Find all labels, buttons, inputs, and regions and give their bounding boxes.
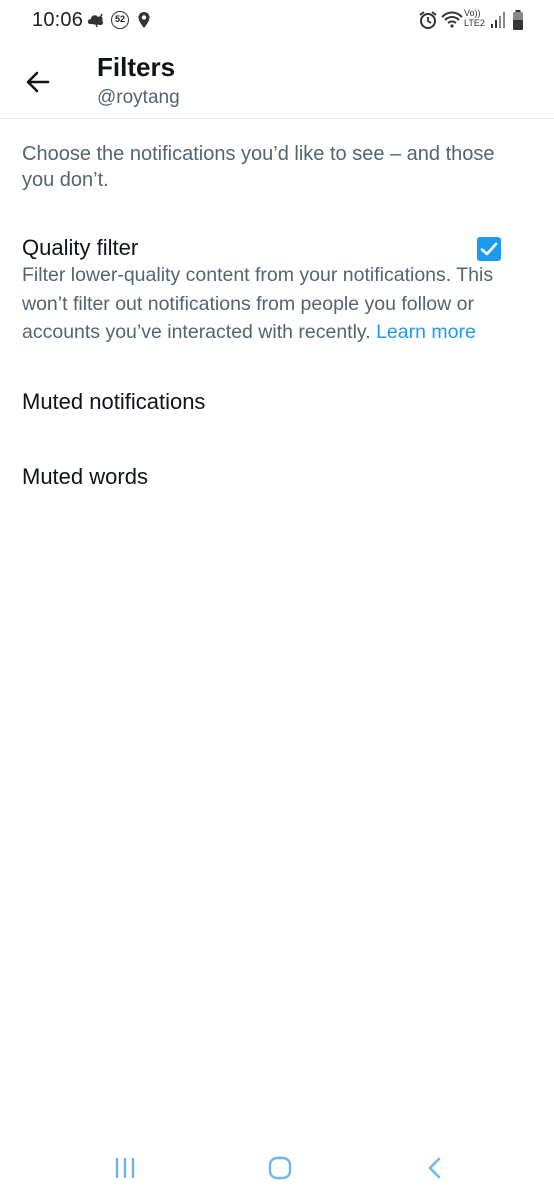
account-handle: @roytang: [97, 87, 180, 108]
location-icon: [138, 12, 150, 28]
intro-text: Choose the notifications you’d like to s…: [22, 143, 495, 191]
quality-filter-title: Quality filter: [22, 235, 139, 260]
back-icon: [428, 1157, 441, 1179]
system-nav-bar: [0, 1140, 554, 1200]
status-bar: 10:06 52 Vo)) LTE2: [0, 0, 554, 42]
muted-words-item[interactable]: Muted words: [0, 450, 554, 506]
notification-count-badge: 52: [111, 11, 129, 29]
status-time: 10:06: [32, 9, 84, 31]
page-header: Filters @roytang: [0, 42, 554, 119]
system-back-button[interactable]: [414, 1154, 454, 1184]
checkmark-icon: [480, 242, 498, 256]
weather-icon: [87, 13, 104, 28]
quality-filter-checkbox[interactable]: [477, 237, 501, 261]
recents-button[interactable]: [105, 1154, 145, 1184]
home-button[interactable]: [260, 1154, 300, 1184]
battery-icon: [513, 10, 523, 30]
quality-filter-description: Filter lower-quality content from your n…: [22, 261, 542, 347]
back-arrow-icon: [26, 71, 50, 93]
signal-icon: [491, 12, 505, 28]
alarm-icon: [419, 11, 437, 29]
muted-words-label: Muted words: [22, 464, 148, 489]
lte-indicator: Vo)) LTE2: [464, 8, 485, 28]
home-icon: [268, 1156, 292, 1180]
lte-top-label: Vo)): [464, 8, 481, 18]
page-title: Filters: [97, 52, 176, 82]
learn-more-link[interactable]: Learn more: [376, 321, 476, 343]
recents-icon: [115, 1157, 135, 1179]
wifi-icon: [441, 11, 463, 28]
back-button[interactable]: [18, 62, 58, 102]
muted-notifications-label: Muted notifications: [22, 389, 206, 414]
muted-notifications-item[interactable]: Muted notifications: [0, 375, 554, 431]
lte-bottom-label: LTE2: [464, 18, 485, 28]
